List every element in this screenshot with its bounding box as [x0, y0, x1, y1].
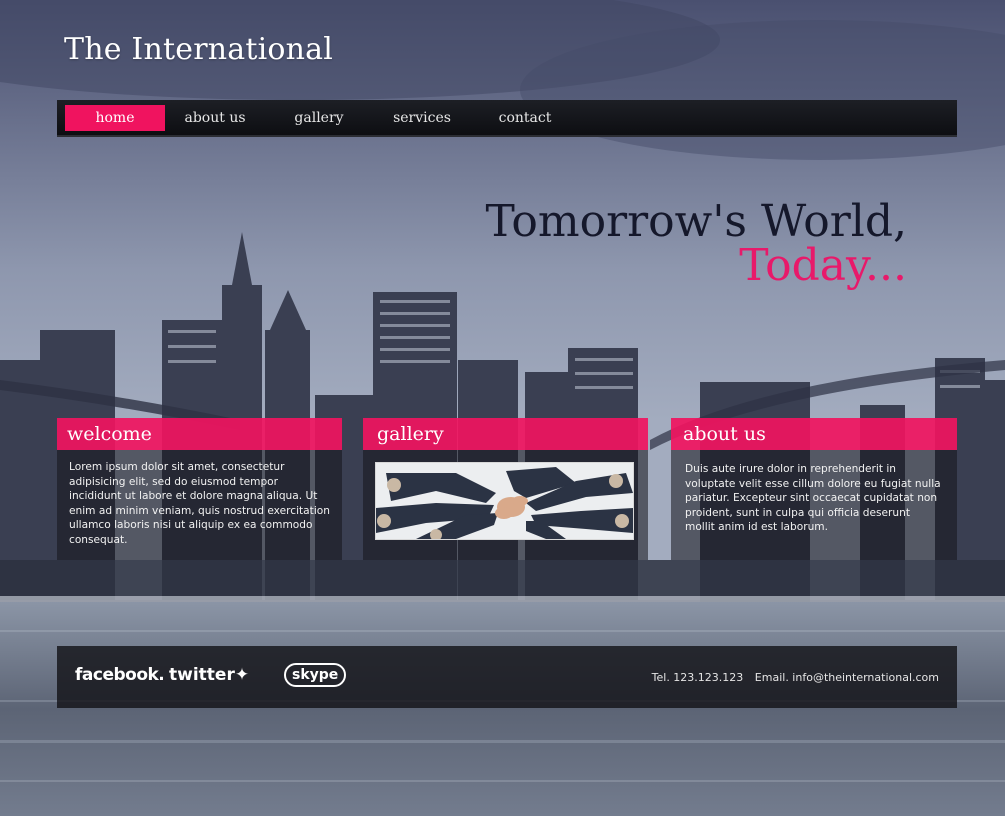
nav-contact[interactable]: contact — [487, 105, 563, 131]
welcome-text: Lorem ipsum dolor sit amet, consectetur … — [57, 450, 342, 560]
team-hands-photo — [376, 463, 633, 539]
nav-home[interactable]: home — [65, 105, 165, 131]
twitter-label: twitter — [169, 665, 235, 685]
hero-tagline: Tomorrow's World, Today... — [485, 196, 907, 291]
gallery-image[interactable] — [375, 462, 634, 540]
hero-line-1: Tomorrow's World, — [485, 196, 907, 247]
facebook-link[interactable]: facebook. — [75, 665, 165, 685]
welcome-panel: welcome Lorem ipsum dolor sit amet, cons… — [57, 418, 342, 560]
gallery-heading: gallery — [363, 418, 648, 450]
nav-services[interactable]: services — [382, 105, 462, 131]
site-title: The International — [64, 32, 334, 67]
nav-about-us[interactable]: about us — [175, 105, 255, 131]
welcome-heading: welcome — [57, 418, 342, 450]
footer-bar: facebook. twitter✦ skype Tel. 123.123.12… — [57, 646, 957, 708]
about-panel: about us Duis aute irure dolor in repreh… — [671, 418, 957, 560]
hero-line-2: Today... — [739, 240, 907, 291]
about-text: Duis aute irure dolor in reprehenderit i… — [671, 450, 957, 560]
skype-link[interactable]: skype — [284, 663, 347, 687]
twitter-bird-icon: ✦ — [234, 665, 250, 685]
gallery-body — [363, 450, 648, 560]
gallery-panel: gallery — [363, 418, 648, 560]
twitter-link[interactable]: twitter✦ — [169, 665, 249, 685]
phone-number: Tel. 123.123.123 — [651, 671, 744, 684]
contact-info: Tel. 123.123.123 Email. info@theinternat… — [652, 671, 939, 684]
email-address[interactable]: Email. info@theinternational.com — [755, 671, 939, 684]
nav-gallery[interactable]: gallery — [281, 105, 357, 131]
main-navigation: home about us gallery services contact — [57, 100, 957, 137]
about-heading: about us — [671, 418, 957, 450]
